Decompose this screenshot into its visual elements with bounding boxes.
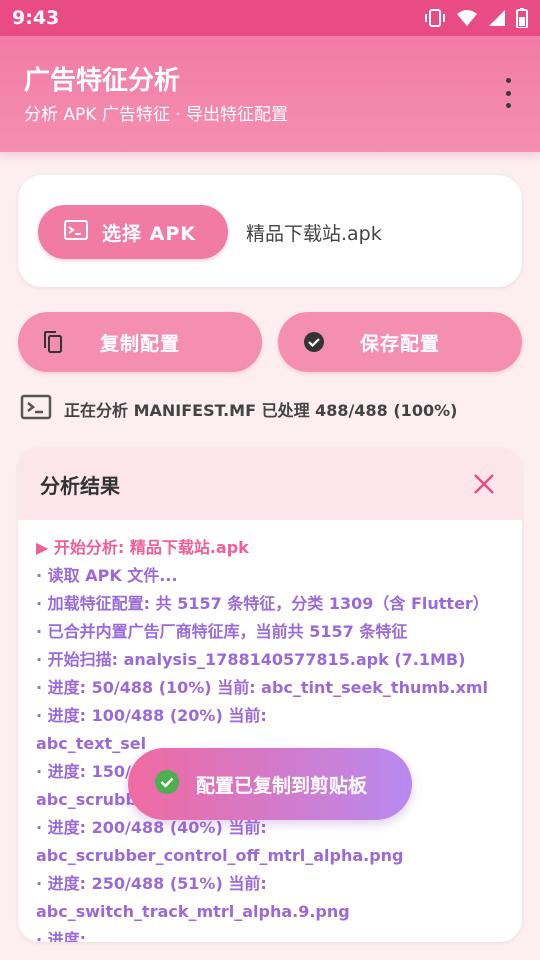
selected-file-name: 精品下载站.apk	[246, 223, 382, 245]
terminal-icon	[20, 394, 52, 424]
app-bar: 广告特征分析 分析 APK 广告特征 · 导出特征配置	[0, 36, 540, 152]
copy-config-button[interactable]: 复制配置	[18, 312, 262, 372]
log-line: · 已合并内置广告厂商特征库，当前共 5157 条特征	[36, 622, 408, 641]
status-time: 9:43	[12, 7, 60, 29]
close-icon[interactable]	[472, 472, 496, 500]
analysis-result-card: 分析结果 ▶ 开始分析: 精品下载站.apk · 读取 APK 文件... · …	[18, 448, 522, 942]
log-line: · 进度: 100/488 (20%) 当前:	[36, 706, 267, 725]
log-line: · 读取 APK 文件...	[36, 566, 178, 585]
log-line: · 开始扫描: analysis_1788140577815.apk (7.1M…	[36, 650, 466, 669]
more-vert-icon[interactable]	[502, 78, 514, 108]
status-icons	[424, 8, 528, 28]
log-line: · 加载特征配置: 共 5157 条特征，分类 1309（含 Flutter）	[36, 594, 489, 613]
log-line: · 进度: ...	[36, 930, 110, 942]
result-header: 分析结果	[18, 448, 522, 520]
save-config-label: 保存配置	[359, 333, 440, 355]
signal-icon	[488, 9, 506, 27]
log-line: abc_switch_track_mtrl_alpha.9.png	[36, 902, 350, 921]
select-apk-card: 选择 APK 精品下载站.apk	[18, 175, 522, 287]
log-line: ▶ 开始分析: 精品下载站.apk	[36, 538, 249, 557]
status-bar: 9:43	[0, 0, 540, 36]
save-config-button[interactable]: 保存配置	[278, 312, 522, 372]
log-line: abc_scrubber_control_off_mtrl_alpha.png	[36, 846, 404, 865]
app-title: 广告特征分析	[24, 66, 181, 96]
select-apk-button[interactable]: 选择 APK	[38, 205, 228, 259]
result-title: 分析结果	[40, 474, 120, 498]
check-circle-icon	[154, 769, 180, 800]
progress-status: 正在分析 MANIFEST.MF 已处理 488/488 (100%)	[20, 394, 520, 424]
copy-config-label: 复制配置	[99, 333, 180, 355]
progress-text: 正在分析 MANIFEST.MF 已处理 488/488 (100%)	[64, 401, 458, 420]
app-subtitle: 分析 APK 广告特征 · 导出特征配置	[24, 105, 289, 125]
toast-message: 配置已复制到剪贴板	[128, 748, 412, 820]
log-line: · 进度: 250/488 (51%) 当前:	[36, 874, 267, 893]
battery-icon	[516, 8, 528, 28]
terminal-icon	[64, 219, 88, 245]
analysis-log: ▶ 开始分析: 精品下载站.apk · 读取 APK 文件... · 加载特征配…	[36, 534, 512, 942]
vibrate-icon	[424, 8, 446, 28]
select-apk-label: 选择 APK	[102, 222, 196, 245]
toast-text: 配置已复制到剪贴板	[196, 774, 368, 797]
log-line: · 进度: 50/488 (10%) 当前: abc_tint_seek_thu…	[36, 678, 489, 697]
wifi-icon	[456, 9, 478, 27]
